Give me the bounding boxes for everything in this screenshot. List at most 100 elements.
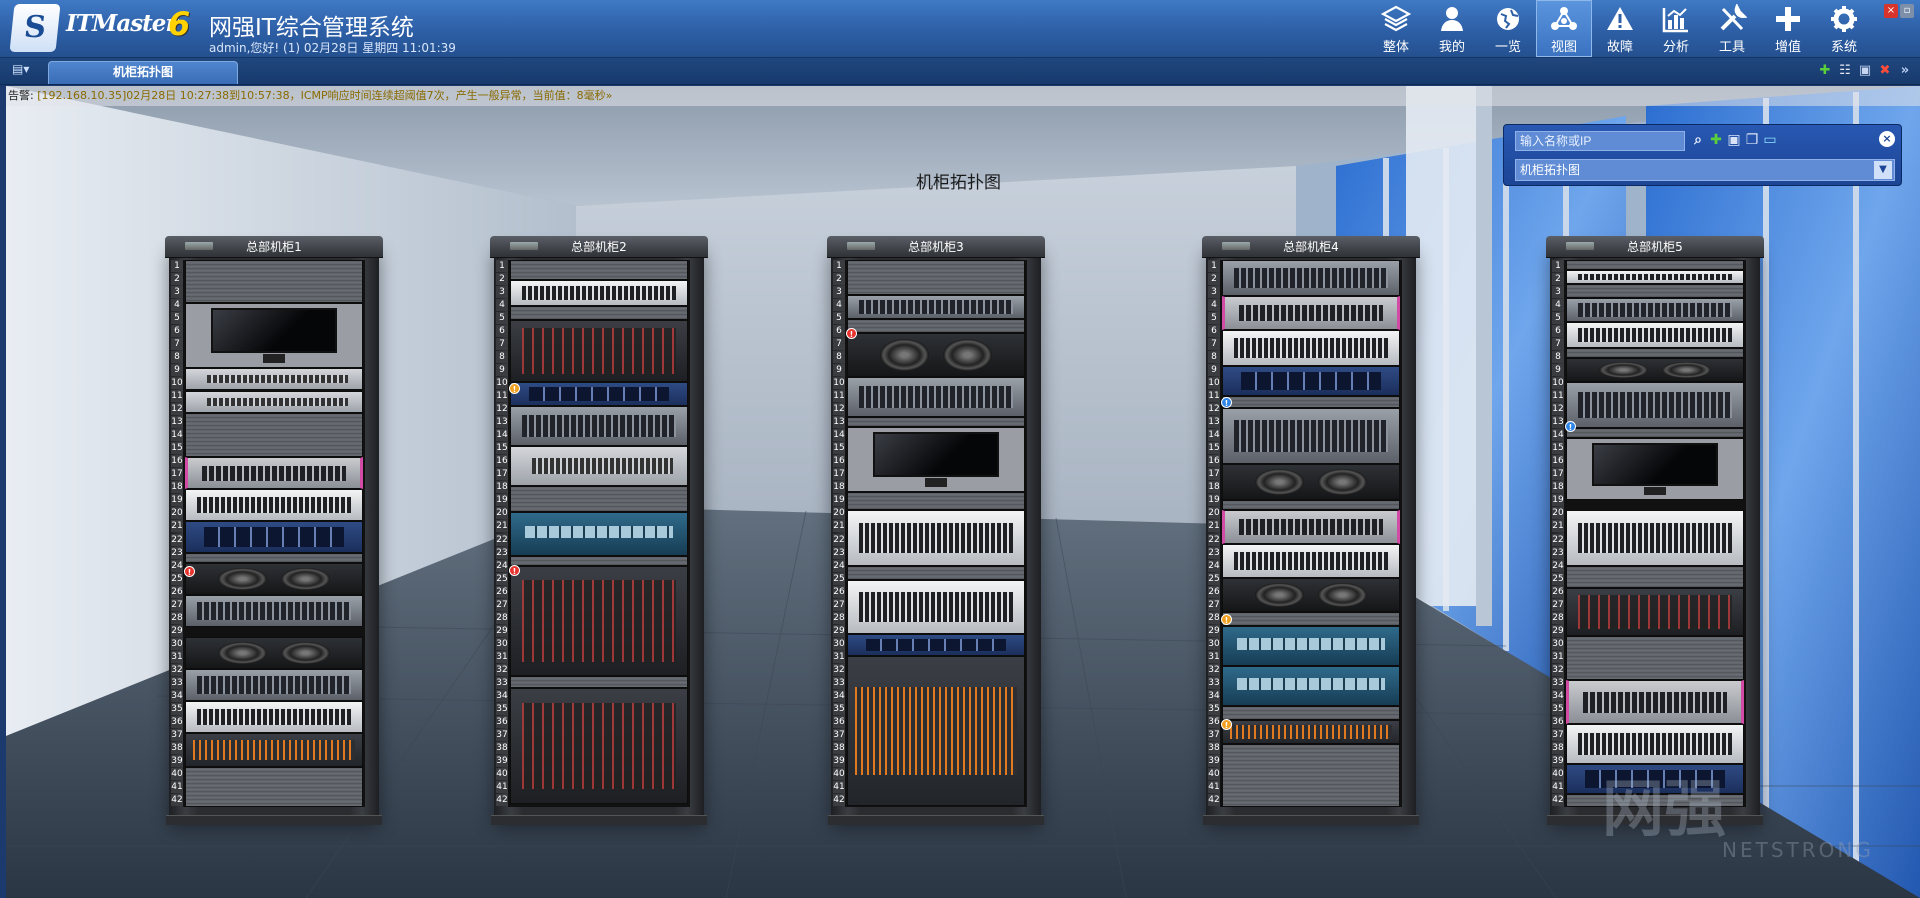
server-unit[interactable]: ! bbox=[1565, 382, 1744, 432]
storage-unit[interactable] bbox=[185, 521, 363, 553]
unit-number: 8 bbox=[1208, 351, 1220, 364]
close-icon[interactable]: × bbox=[1879, 131, 1895, 147]
unit-number: 38 bbox=[171, 741, 183, 754]
storage-unit[interactable] bbox=[1222, 366, 1400, 396]
rack-3[interactable]: 总部机柜3 ! 1 2 3 4 5 6 7 8 9 10 11 12 13 14 15 16 17 18 19 20 2… bbox=[827, 236, 1045, 825]
kvm-monitor[interactable] bbox=[1566, 438, 1744, 500]
alarm-warning-icon[interactable]: ! bbox=[1221, 614, 1232, 625]
server-unit[interactable] bbox=[185, 595, 363, 627]
window-restore-icon[interactable]: ▫ bbox=[1900, 4, 1914, 18]
window-close-icon[interactable]: × bbox=[1884, 4, 1898, 18]
server-unit[interactable] bbox=[510, 406, 688, 446]
search-input[interactable] bbox=[1515, 131, 1685, 151]
alarm-bar[interactable]: 告警: [192.168.10.35]02月28日 10:27:38到10:57… bbox=[6, 86, 1920, 106]
patch-panel[interactable] bbox=[185, 457, 363, 489]
server-unit[interactable] bbox=[1222, 544, 1400, 578]
fan-unit[interactable] bbox=[1222, 578, 1400, 612]
monitor-icon[interactable]: ▭ bbox=[1762, 131, 1778, 149]
alarm-info-icon[interactable]: ! bbox=[1221, 397, 1232, 408]
alarm-critical-icon[interactable]: ! bbox=[846, 328, 857, 339]
server-unit[interactable] bbox=[847, 295, 1025, 319]
patch-panel[interactable] bbox=[1222, 510, 1400, 544]
server-unit[interactable] bbox=[1222, 260, 1400, 296]
server-unit[interactable] bbox=[185, 701, 363, 733]
storage-array[interactable] bbox=[1566, 588, 1744, 636]
server-unit[interactable] bbox=[1222, 330, 1400, 366]
tab-menu-icon[interactable]: ▤▾ bbox=[12, 62, 42, 82]
fan-unit[interactable] bbox=[1222, 464, 1400, 500]
add-icon[interactable]: ✚ bbox=[1818, 64, 1832, 78]
nav-analysis[interactable]: 分析 bbox=[1648, 0, 1704, 57]
alarm-message[interactable]: [192.168.10.35]02月28日 10:27:38到10:57:38，… bbox=[37, 89, 612, 102]
fan-unit[interactable]: ! bbox=[184, 563, 363, 595]
server-unit[interactable] bbox=[847, 580, 1025, 634]
nav-overall[interactable]: 整体 bbox=[1368, 0, 1424, 57]
tab-rack-topology[interactable]: 机柜拓扑图 bbox=[48, 61, 238, 84]
properties-icon[interactable]: ☷ bbox=[1838, 64, 1852, 78]
fan-unit[interactable] bbox=[1566, 358, 1744, 382]
nav-value-added[interactable]: 增值 bbox=[1760, 0, 1816, 57]
server-unit[interactable] bbox=[510, 512, 688, 556]
nav-mine[interactable]: 我的 bbox=[1424, 0, 1480, 57]
rack-5[interactable]: 总部机柜5 ! 1 2 3 4 5 6 7 8 9 10 11 12 13 14… bbox=[1546, 236, 1764, 825]
unit-number: 29 bbox=[171, 624, 183, 637]
chevron-down-icon[interactable]: ▼ bbox=[1874, 161, 1892, 179]
save-icon[interactable]: ▣ bbox=[1858, 64, 1872, 78]
save-icon[interactable]: ▣ bbox=[1726, 131, 1742, 149]
search-icon[interactable]: ⌕ bbox=[1690, 131, 1706, 149]
storage-array[interactable]: ! bbox=[1221, 719, 1400, 744]
nav-system[interactable]: 系统 bbox=[1816, 0, 1872, 57]
alarm-critical-icon[interactable]: ! bbox=[184, 566, 195, 577]
alarm-warning-icon[interactable]: ! bbox=[509, 383, 520, 394]
alarm-critical-icon[interactable]: ! bbox=[509, 565, 520, 576]
network-switch[interactable] bbox=[185, 368, 363, 390]
unit-number: 39 bbox=[496, 754, 508, 767]
nav-view[interactable]: 视图 bbox=[1536, 0, 1592, 57]
delete-icon[interactable]: ✖ bbox=[1878, 64, 1892, 78]
nav-overview[interactable]: 一览 bbox=[1480, 0, 1536, 57]
fan-unit[interactable] bbox=[185, 637, 363, 669]
server-unit[interactable] bbox=[1222, 626, 1400, 666]
header-bar: S ITMaster 6 网强IT综合管理系统 admin,您好! (1) 02… bbox=[0, 0, 1920, 58]
server-unit[interactable] bbox=[185, 733, 363, 767]
kvm-monitor[interactable] bbox=[847, 427, 1025, 492]
unit-number: 22 bbox=[171, 533, 183, 546]
network-switch[interactable] bbox=[510, 446, 688, 486]
server-unit[interactable] bbox=[510, 280, 688, 306]
server-unit[interactable] bbox=[185, 489, 363, 521]
server-unit[interactable] bbox=[847, 510, 1025, 566]
patch-panel[interactable] bbox=[1566, 680, 1744, 724]
rack-1[interactable]: 总部机柜1 ! 1 2 3 4 5 6 7 8 9 10 11 12 13 14 15 16 17 18 19 20 2… bbox=[165, 236, 383, 825]
server-unit[interactable] bbox=[847, 377, 1025, 417]
rack-4[interactable]: 总部机柜4 ! ! ! 1 2 3 4 5 6 7 8 9 10 11 12 13 14 15 16 17 bbox=[1202, 236, 1420, 825]
copy-icon[interactable]: ❐ bbox=[1744, 131, 1760, 149]
server-unit[interactable] bbox=[185, 669, 363, 701]
storage-unit[interactable]: ! bbox=[509, 382, 688, 406]
alarm-info-icon[interactable]: ! bbox=[1565, 421, 1576, 432]
alarm-warning-icon[interactable]: ! bbox=[1221, 719, 1232, 730]
rack-2[interactable]: 总部机柜2 ! ! 1 2 3 4 5 6 7 8 9 10 11 12 13 14 15 16 17 18 19 2… bbox=[490, 236, 708, 825]
server-unit[interactable] bbox=[1566, 510, 1744, 566]
add-icon[interactable]: ✚ bbox=[1708, 131, 1724, 149]
kvm-monitor[interactable] bbox=[185, 303, 363, 368]
server-unit[interactable] bbox=[1222, 666, 1400, 706]
server-unit[interactable] bbox=[1566, 322, 1744, 348]
storage-unit[interactable] bbox=[847, 634, 1025, 656]
server-unit[interactable] bbox=[1222, 408, 1400, 464]
fan-unit[interactable]: ! bbox=[846, 328, 1025, 377]
blade-chassis[interactable] bbox=[510, 688, 688, 804]
storage-array[interactable] bbox=[510, 320, 688, 382]
unit-number: 35 bbox=[171, 702, 183, 715]
expand-icon[interactable]: » bbox=[1898, 64, 1912, 78]
network-switch[interactable] bbox=[185, 391, 363, 413]
storage-array[interactable] bbox=[847, 656, 1025, 806]
rack-4-units: ! ! ! 1 2 3 4 5 6 7 8 9 10 11 12 13 14 15 16 17 18 19 20 21 2… bbox=[1208, 260, 1402, 807]
server-unit[interactable] bbox=[1566, 270, 1744, 284]
nav-tools[interactable]: 工具 bbox=[1704, 0, 1760, 57]
view-select[interactable]: 机柜拓扑图 ▼ bbox=[1515, 159, 1895, 181]
nav-fault[interactable]: 故障 bbox=[1592, 0, 1648, 57]
blade-chassis[interactable]: ! bbox=[509, 565, 688, 676]
server-unit[interactable] bbox=[1566, 298, 1744, 322]
patch-panel[interactable] bbox=[1222, 296, 1400, 330]
unit-number: 31 bbox=[496, 650, 508, 663]
